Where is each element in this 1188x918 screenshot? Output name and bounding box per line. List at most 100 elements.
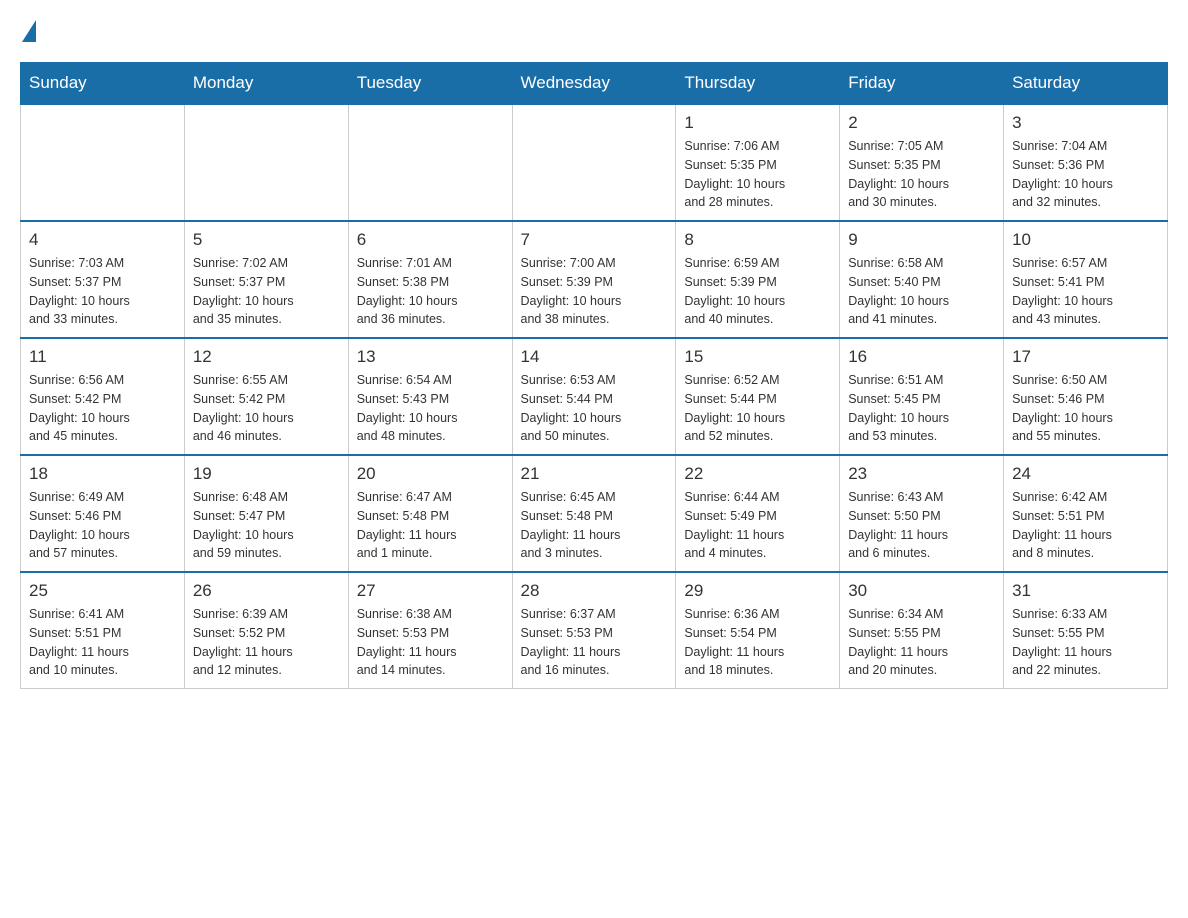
day-number: 24	[1012, 464, 1159, 484]
day-number: 29	[684, 581, 831, 601]
column-header-tuesday: Tuesday	[348, 63, 512, 105]
week-row-3: 11 Sunrise: 6:56 AM Sunset: 5:42 PM Dayli…	[21, 338, 1168, 455]
day-info: Sunrise: 6:59 AM Sunset: 5:39 PM Dayligh…	[684, 254, 831, 329]
day-info: Sunrise: 7:00 AM Sunset: 5:39 PM Dayligh…	[521, 254, 668, 329]
day-number: 8	[684, 230, 831, 250]
calendar-cell-13: 13 Sunrise: 6:54 AM Sunset: 5:43 PM Dayli…	[348, 338, 512, 455]
day-info: Sunrise: 6:56 AM Sunset: 5:42 PM Dayligh…	[29, 371, 176, 446]
day-info: Sunrise: 7:02 AM Sunset: 5:37 PM Dayligh…	[193, 254, 340, 329]
day-info: Sunrise: 6:43 AM Sunset: 5:50 PM Dayligh…	[848, 488, 995, 563]
day-number: 16	[848, 347, 995, 367]
logo-triangle-icon	[22, 20, 36, 42]
day-info: Sunrise: 6:38 AM Sunset: 5:53 PM Dayligh…	[357, 605, 504, 680]
day-number: 14	[521, 347, 668, 367]
calendar-cell-21: 21Sunrise: 6:45 AM Sunset: 5:48 PM Dayli…	[512, 455, 676, 572]
day-info: Sunrise: 6:41 AM Sunset: 5:51 PM Dayligh…	[29, 605, 176, 680]
week-row-4: 18 Sunrise: 6:49 AM Sunset: 5:46 PM Dayli…	[21, 455, 1168, 572]
column-header-friday: Friday	[840, 63, 1004, 105]
calendar-cell-27: 27Sunrise: 6:38 AM Sunset: 5:53 PM Dayli…	[348, 572, 512, 689]
day-number: 12	[193, 347, 340, 367]
day-number: 4	[29, 230, 176, 250]
calendar-cell-19: 19 Sunrise: 6:48 AM Sunset: 5:47 PM Dayli…	[184, 455, 348, 572]
column-header-monday: Monday	[184, 63, 348, 105]
day-info: Sunrise: 6:57 AM Sunset: 5:41 PM Dayligh…	[1012, 254, 1159, 329]
calendar-cell-25: 25 Sunrise: 6:41 AM Sunset: 5:51 PM Dayli…	[21, 572, 185, 689]
day-number: 5	[193, 230, 340, 250]
calendar-table: SundayMondayTuesdayWednesdayThursdayFrid…	[20, 62, 1168, 689]
day-number: 13	[357, 347, 504, 367]
day-info: Sunrise: 6:47 AM Sunset: 5:48 PM Dayligh…	[357, 488, 504, 563]
day-info: Sunrise: 6:49 AM Sunset: 5:46 PM Dayligh…	[29, 488, 176, 563]
day-info: Sunrise: 6:48 AM Sunset: 5:47 PM Dayligh…	[193, 488, 340, 563]
column-header-saturday: Saturday	[1004, 63, 1168, 105]
calendar-cell-empty	[512, 104, 676, 221]
day-info: Sunrise: 6:37 AM Sunset: 5:53 PM Dayligh…	[521, 605, 668, 680]
calendar-cell-28: 28 Sunrise: 6:37 AM Sunset: 5:53 PM Dayli…	[512, 572, 676, 689]
week-row-2: 4 Sunrise: 7:03 AM Sunset: 5:37 PM Daylig…	[21, 221, 1168, 338]
calendar-cell-18: 18 Sunrise: 6:49 AM Sunset: 5:46 PM Dayli…	[21, 455, 185, 572]
calendar-cell-29: 29 Sunrise: 6:36 AM Sunset: 5:54 PM Dayli…	[676, 572, 840, 689]
day-number: 17	[1012, 347, 1159, 367]
calendar-header-row: SundayMondayTuesdayWednesdayThursdayFrid…	[21, 63, 1168, 105]
day-number: 20	[357, 464, 504, 484]
day-info: Sunrise: 6:45 AM Sunset: 5:48 PM Dayligh…	[521, 488, 668, 563]
calendar-cell-14: 14Sunrise: 6:53 AM Sunset: 5:44 PM Dayli…	[512, 338, 676, 455]
column-header-thursday: Thursday	[676, 63, 840, 105]
day-info: Sunrise: 6:34 AM Sunset: 5:55 PM Dayligh…	[848, 605, 995, 680]
column-header-sunday: Sunday	[21, 63, 185, 105]
calendar-cell-23: 23 Sunrise: 6:43 AM Sunset: 5:50 PM Dayli…	[840, 455, 1004, 572]
calendar-cell-5: 5 Sunrise: 7:02 AM Sunset: 5:37 PM Daylig…	[184, 221, 348, 338]
day-info: Sunrise: 6:50 AM Sunset: 5:46 PM Dayligh…	[1012, 371, 1159, 446]
calendar-cell-3: 3 Sunrise: 7:04 AM Sunset: 5:36 PM Daylig…	[1004, 104, 1168, 221]
day-number: 3	[1012, 113, 1159, 133]
calendar-cell-empty	[21, 104, 185, 221]
page-header	[20, 20, 1168, 42]
day-info: Sunrise: 6:44 AM Sunset: 5:49 PM Dayligh…	[684, 488, 831, 563]
day-info: Sunrise: 6:54 AM Sunset: 5:43 PM Dayligh…	[357, 371, 504, 446]
day-number: 18	[29, 464, 176, 484]
calendar-cell-30: 30 Sunrise: 6:34 AM Sunset: 5:55 PM Dayli…	[840, 572, 1004, 689]
calendar-cell-2: 2 Sunrise: 7:05 AM Sunset: 5:35 PM Daylig…	[840, 104, 1004, 221]
day-info: Sunrise: 7:01 AM Sunset: 5:38 PM Dayligh…	[357, 254, 504, 329]
logo	[20, 20, 38, 42]
column-header-wednesday: Wednesday	[512, 63, 676, 105]
day-number: 25	[29, 581, 176, 601]
day-info: Sunrise: 6:42 AM Sunset: 5:51 PM Dayligh…	[1012, 488, 1159, 563]
calendar-cell-empty	[184, 104, 348, 221]
day-number: 23	[848, 464, 995, 484]
day-number: 19	[193, 464, 340, 484]
day-info: Sunrise: 6:33 AM Sunset: 5:55 PM Dayligh…	[1012, 605, 1159, 680]
day-info: Sunrise: 6:36 AM Sunset: 5:54 PM Dayligh…	[684, 605, 831, 680]
day-number: 28	[521, 581, 668, 601]
day-info: Sunrise: 7:04 AM Sunset: 5:36 PM Dayligh…	[1012, 137, 1159, 212]
calendar-cell-22: 22 Sunrise: 6:44 AM Sunset: 5:49 PM Dayli…	[676, 455, 840, 572]
calendar-cell-24: 24 Sunrise: 6:42 AM Sunset: 5:51 PM Dayli…	[1004, 455, 1168, 572]
day-info: Sunrise: 7:03 AM Sunset: 5:37 PM Dayligh…	[29, 254, 176, 329]
day-number: 30	[848, 581, 995, 601]
day-number: 9	[848, 230, 995, 250]
calendar-cell-12: 12 Sunrise: 6:55 AM Sunset: 5:42 PM Dayli…	[184, 338, 348, 455]
day-info: Sunrise: 6:55 AM Sunset: 5:42 PM Dayligh…	[193, 371, 340, 446]
day-info: Sunrise: 7:06 AM Sunset: 5:35 PM Dayligh…	[684, 137, 831, 212]
day-number: 15	[684, 347, 831, 367]
day-info: Sunrise: 6:39 AM Sunset: 5:52 PM Dayligh…	[193, 605, 340, 680]
day-info: Sunrise: 7:05 AM Sunset: 5:35 PM Dayligh…	[848, 137, 995, 212]
calendar-cell-9: 9Sunrise: 6:58 AM Sunset: 5:40 PM Daylig…	[840, 221, 1004, 338]
day-info: Sunrise: 6:52 AM Sunset: 5:44 PM Dayligh…	[684, 371, 831, 446]
day-number: 2	[848, 113, 995, 133]
day-info: Sunrise: 6:51 AM Sunset: 5:45 PM Dayligh…	[848, 371, 995, 446]
week-row-1: 1Sunrise: 7:06 AM Sunset: 5:35 PM Daylig…	[21, 104, 1168, 221]
day-number: 22	[684, 464, 831, 484]
calendar-cell-empty	[348, 104, 512, 221]
day-number: 6	[357, 230, 504, 250]
day-number: 11	[29, 347, 176, 367]
calendar-cell-26: 26 Sunrise: 6:39 AM Sunset: 5:52 PM Dayli…	[184, 572, 348, 689]
day-number: 10	[1012, 230, 1159, 250]
week-row-5: 25 Sunrise: 6:41 AM Sunset: 5:51 PM Dayli…	[21, 572, 1168, 689]
calendar-cell-15: 15 Sunrise: 6:52 AM Sunset: 5:44 PM Dayli…	[676, 338, 840, 455]
calendar-cell-7: 7Sunrise: 7:00 AM Sunset: 5:39 PM Daylig…	[512, 221, 676, 338]
day-number: 26	[193, 581, 340, 601]
calendar-cell-6: 6 Sunrise: 7:01 AM Sunset: 5:38 PM Daylig…	[348, 221, 512, 338]
calendar-cell-16: 16 Sunrise: 6:51 AM Sunset: 5:45 PM Dayli…	[840, 338, 1004, 455]
day-number: 31	[1012, 581, 1159, 601]
